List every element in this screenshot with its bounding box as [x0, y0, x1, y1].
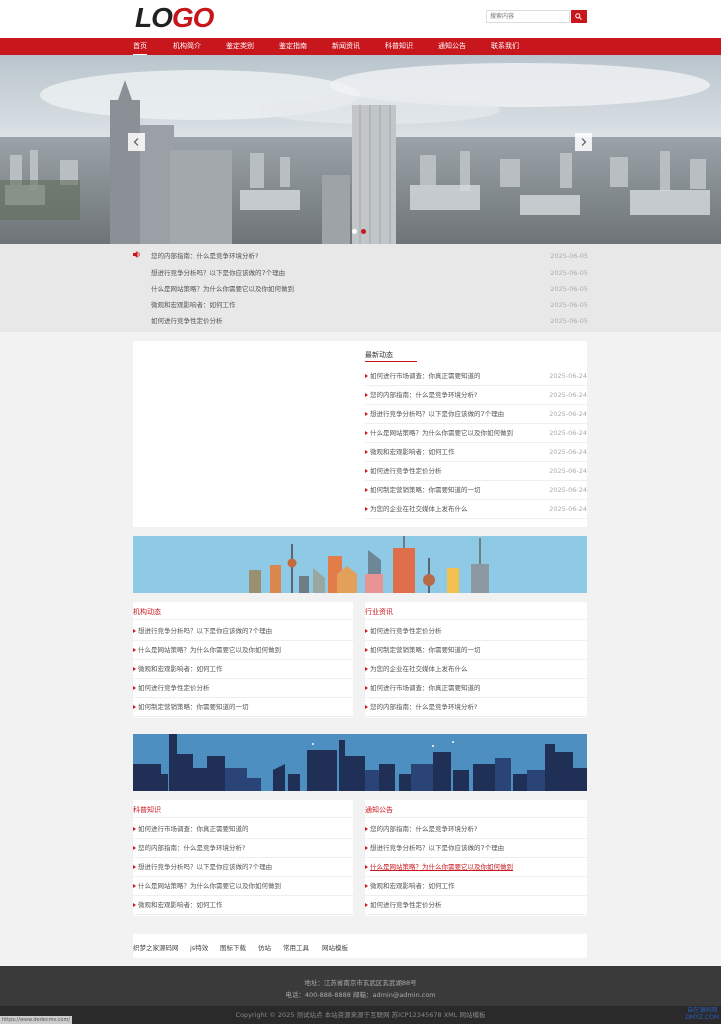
list-item[interactable]: 什么是网站策略？为什么你需要它以及你如何做到: [365, 858, 587, 877]
org-news-panel: 机构动态 想进行竞争分析吗？以下是你应该做的7个理由 什么是网站策略？为什么你需…: [133, 602, 353, 718]
status-url-tooltip: https://www.dedecms.com/: [0, 1016, 72, 1024]
ticker-row[interactable]: 什么是网站策略？为什么你需要它以及你如何做到 2025-06-05: [151, 281, 588, 297]
nav-item-about[interactable]: 机构简介: [173, 38, 201, 55]
notice-title: 通知公告: [365, 806, 393, 814]
ticker-row[interactable]: 想进行竞争分析吗？以下是你应该做的7个理由 2025-06-05: [151, 265, 588, 281]
list-item[interactable]: 微观和宏观影响者：如何工作: [365, 877, 587, 896]
city-illustration-banner: [133, 536, 587, 593]
list-item[interactable]: 想进行竞争分析吗？以下是你应该做的7个理由: [365, 839, 587, 858]
list-item[interactable]: 您的内部指南：什么是竞争环境分析?: [133, 839, 353, 858]
friend-link[interactable]: 图标下载: [220, 942, 246, 952]
friend-link[interactable]: 织梦之家源码网: [133, 942, 179, 952]
banner-dot-1[interactable]: [352, 229, 357, 234]
list-item[interactable]: 如何制定营销策略：你需要知道的一切 2025-06-24: [365, 481, 587, 500]
list-item[interactable]: 如何进行竞争性定价分析 2025-06-24: [365, 462, 587, 481]
copyright-bar: Copyright © 2025 测试站点 本站资源来源于互联网 苏ICP123…: [0, 1006, 721, 1024]
list-item[interactable]: 您的内部指南：什么是竞争环境分析? 2025-06-24: [365, 386, 587, 405]
list-item[interactable]: 如何制定营销策略：你需要知道的一切: [133, 698, 353, 717]
title-rule: [365, 817, 587, 818]
list-item[interactable]: 微观和宏观影响者：如何工作: [133, 896, 353, 915]
site-logo[interactable]: LOGO: [135, 4, 214, 32]
industry-news-panel: 行业资讯 如何进行竞争性定价分析 如何制定营销策略：你需要知道的一切 为您的企业…: [365, 602, 587, 718]
title-rule: [133, 619, 353, 620]
search-box: [486, 10, 587, 23]
title-underline: [365, 361, 417, 362]
list-item[interactable]: 如何进行市场调查：你真正需要知道的 2025-06-24: [365, 367, 587, 386]
list-item[interactable]: 您的内部指南：什么是竞争环境分析?: [365, 820, 587, 839]
ticker-row[interactable]: 微观和宏观影响者：如何工作 2025-06-05: [151, 297, 588, 313]
night-city-banner: [133, 734, 587, 791]
ticker-row[interactable]: 您的内部指南：什么是竞争环境分析? 2025-06-05: [151, 248, 588, 264]
chevron-left-icon: [133, 138, 139, 146]
list-item[interactable]: 为您的企业在社交媒体上发布什么 2025-06-24: [365, 500, 587, 519]
nav-item-news[interactable]: 新闻资讯: [332, 38, 360, 55]
latest-news-panel: 最新动态 如何进行市场调查：你真正需要知道的 2025-06-24 您的内部指南：…: [133, 341, 587, 527]
nav-item-categories[interactable]: 鉴定类别: [226, 38, 254, 55]
ticker-row[interactable]: 如何进行竞争性定价分析 2025-06-05: [151, 313, 588, 329]
latest-news-title: 最新动态: [365, 351, 393, 359]
list-item[interactable]: 如何进行竞争性定价分析: [133, 679, 353, 698]
search-input[interactable]: [486, 10, 570, 23]
list-item[interactable]: 想进行竞争分析吗？以下是你应该做的7个理由 2025-06-24: [365, 405, 587, 424]
announcement-ticker: 您的内部指南：什么是竞争环境分析? 2025-06-05 想进行竞争分析吗？以下是…: [0, 244, 721, 332]
footer-contact: 电话：400-888-8888 邮箱：admin@admin.com: [285, 991, 436, 999]
list-item[interactable]: 如何进行市场调查：你真正需要知道的: [365, 679, 587, 698]
science-panel: 科普知识 如何进行市场调查：你真正需要知道的 您的内部指南：什么是竞争环境分析?…: [133, 800, 353, 916]
image-placeholder: [133, 341, 353, 527]
list-item[interactable]: 如何进行市场调查：你真正需要知道的: [133, 820, 353, 839]
nav-item-science[interactable]: 科普知识: [385, 38, 413, 55]
watermark-line: DMYZ.COM: [685, 1014, 719, 1021]
friend-link[interactable]: 仿站: [258, 942, 271, 952]
watermark: 自在源码网 DMYZ.COM: [685, 1007, 719, 1021]
science-title: 科普知识: [133, 806, 161, 814]
friend-link[interactable]: 常用工具: [283, 942, 309, 952]
list-item[interactable]: 为您的企业在社交媒体上发布什么: [365, 660, 587, 679]
list-item[interactable]: 如何进行竞争性定价分析: [365, 896, 587, 915]
list-item[interactable]: 如何进行竞争性定价分析: [365, 622, 587, 641]
industry-news-title: 行业资讯: [365, 608, 393, 616]
list-item[interactable]: 什么是网站策略？为什么你需要它以及你如何做到: [133, 641, 353, 660]
nav-item-home[interactable]: 首页: [133, 38, 147, 55]
nav-item-guide[interactable]: 鉴定指南: [279, 38, 307, 55]
search-button[interactable]: [571, 10, 587, 23]
list-item[interactable]: 如何制定营销策略：你需要知道的一切: [365, 641, 587, 660]
list-item[interactable]: 您的内部指南：什么是竞争环境分析?: [365, 698, 587, 717]
list-item[interactable]: 什么是网站策略？为什么你需要它以及你如何做到: [133, 877, 353, 896]
city-skyline-image: [0, 55, 721, 244]
banner-prev-button[interactable]: [128, 133, 145, 151]
friend-links: 织梦之家源码网 js特效 图标下载 仿站 常用工具 网站模板: [133, 934, 587, 958]
list-item[interactable]: 什么是网站策略？为什么你需要它以及你如何做到 2025-06-24: [365, 424, 587, 443]
org-news-title: 机构动态: [133, 608, 161, 616]
friend-link[interactable]: js特效: [190, 942, 208, 952]
title-rule: [365, 619, 587, 620]
search-icon: [575, 13, 582, 20]
site-header: LOGO: [0, 0, 721, 38]
list-item[interactable]: 想进行竞争分析吗？以下是你应该做的7个理由: [133, 858, 353, 877]
notice-panel: 通知公告 您的内部指南：什么是竞争环境分析? 想进行竞争分析吗？以下是你应该做的…: [365, 800, 587, 916]
watermark-line: 自在源码网: [687, 1007, 718, 1014]
banner-dot-2[interactable]: [361, 229, 366, 234]
list-item[interactable]: 微观和宏观影响者：如何工作 2025-06-24: [365, 443, 587, 462]
main-nav: 首页 机构简介 鉴定类别 鉴定指南 新闻资讯 科普知识 通知公告 联系我们: [0, 38, 721, 55]
chevron-right-icon: [581, 138, 587, 146]
banner-next-button[interactable]: [575, 133, 592, 151]
title-rule: [133, 817, 353, 818]
list-item[interactable]: 想进行竞争分析吗？以下是你应该做的7个理由: [133, 622, 353, 641]
nav-item-notice[interactable]: 通知公告: [438, 38, 466, 55]
footer-address: 地址：江苏省南京市玄武区玄武湖88号: [304, 979, 417, 987]
hero-banner: [0, 55, 721, 244]
friend-link[interactable]: 网站模板: [322, 942, 348, 952]
site-footer: 地址：江苏省南京市玄武区玄武湖88号 电话：400-888-8888 邮箱：ad…: [0, 966, 721, 1006]
list-item[interactable]: 微观和宏观影响者：如何工作: [133, 660, 353, 679]
speaker-icon: [133, 251, 140, 258]
nav-item-contact[interactable]: 联系我们: [491, 38, 519, 55]
